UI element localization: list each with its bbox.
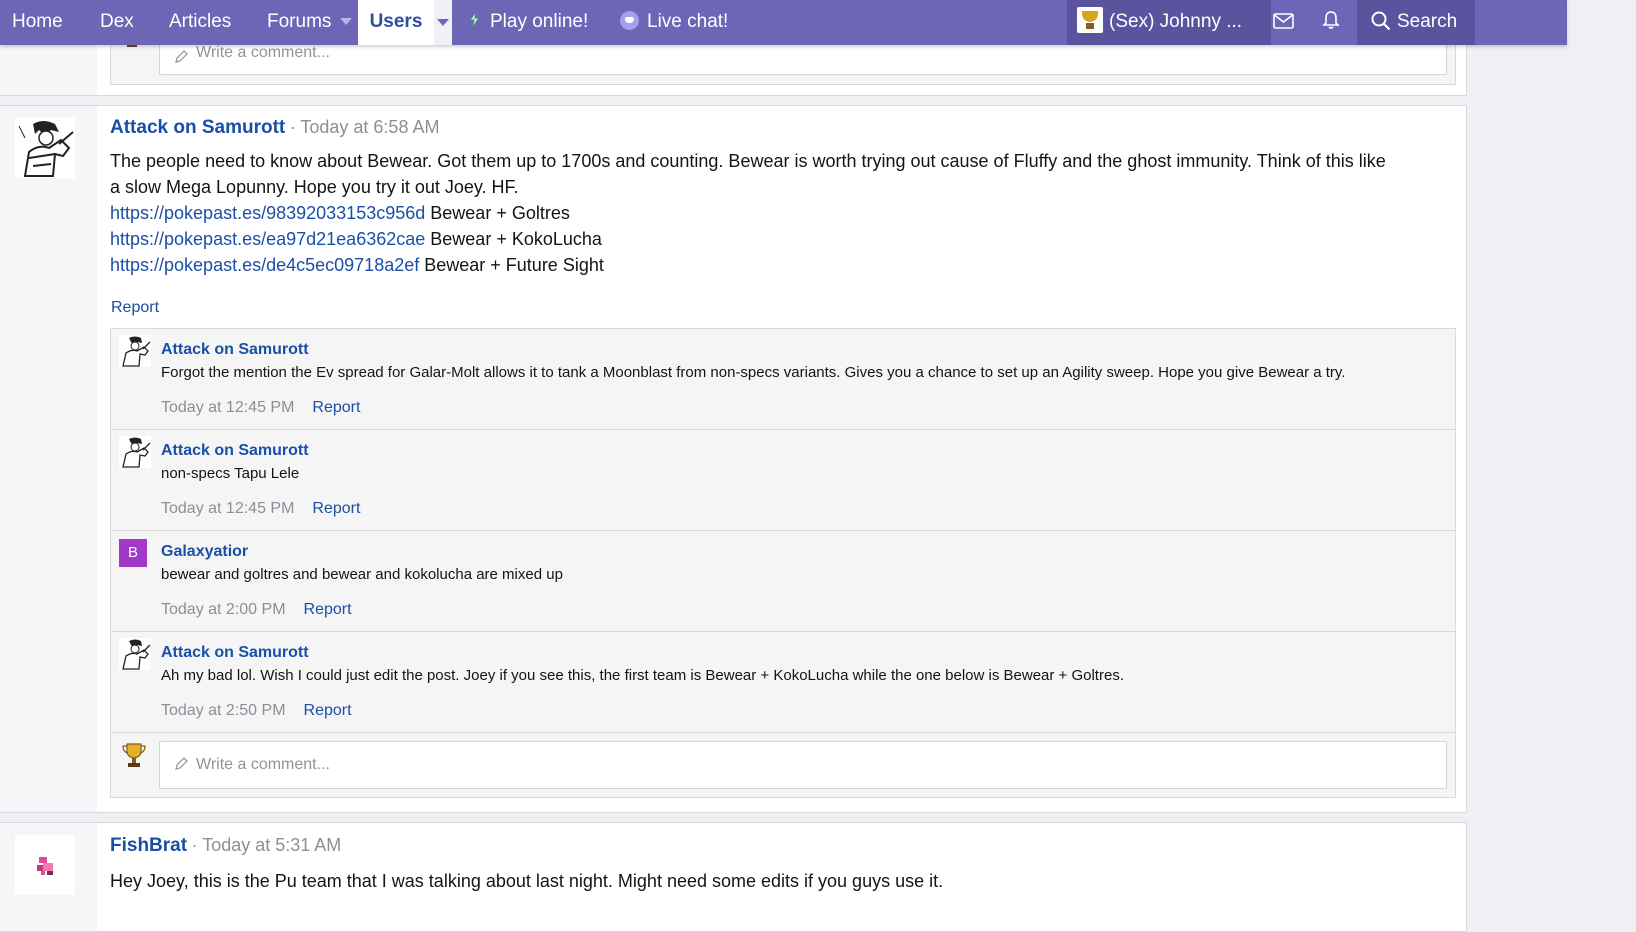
- comment-text: Ah my bad lol. Wish I could just edit th…: [161, 667, 1124, 684]
- comment-avatar[interactable]: [119, 638, 151, 670]
- link-caption: Bewear + Future Sight: [424, 255, 604, 275]
- chevron-down-icon: [437, 19, 449, 26]
- trophy-icon: [121, 741, 147, 769]
- nav-username: (Sex) Johnny ...: [1109, 11, 1243, 32]
- profile-post-card: Attack on Samurott · Today at 6:58 AM Th…: [0, 105, 1467, 813]
- write-comment-input[interactable]: Write a comment...: [159, 741, 1447, 789]
- report-link[interactable]: Report: [111, 299, 159, 317]
- post-body: Hey Joey, this is the Pu team that I was…: [110, 871, 944, 891]
- nav-home[interactable]: Home: [12, 0, 63, 45]
- nav-users[interactable]: Users: [358, 0, 435, 45]
- envelope-icon: [1272, 13, 1294, 29]
- anime-character-avatar: [119, 638, 151, 670]
- post-separator: ·: [289, 117, 301, 137]
- post-left-gutter: [0, 106, 97, 812]
- comment-item: Attack on Samurott non-specs Tapu Lele T…: [111, 430, 1455, 531]
- users-dropdown-caret[interactable]: [434, 0, 452, 45]
- comment-text: non-specs Tapu Lele: [161, 465, 300, 482]
- user-avatar: [1077, 7, 1103, 33]
- post-author-link[interactable]: Attack on Samurott: [110, 117, 285, 138]
- post-link-line: https://pokepast.es/de4c5ec09718a2ef Bew…: [110, 252, 1455, 278]
- comment-timestamp[interactable]: Today at 12:45 PM: [161, 500, 294, 517]
- user-avatar[interactable]: [15, 118, 75, 178]
- comment-avatar[interactable]: [119, 335, 151, 367]
- pokepaste-link[interactable]: https://pokepast.es/de4c5ec09718a2ef: [110, 255, 419, 275]
- post-separator: ·: [191, 835, 203, 855]
- comment-footer: Today at 12:45 PM Report: [161, 399, 360, 417]
- nav-articles[interactable]: Articles: [169, 0, 231, 45]
- post-left-gutter: [0, 823, 97, 931]
- nav-user-menu[interactable]: (Sex) Johnny ...: [1067, 0, 1271, 45]
- post-text-line: a slow Mega Lopunny. Hope you try it out…: [110, 177, 519, 197]
- nav-forums[interactable]: Forums: [267, 0, 331, 45]
- comment-report-link[interactable]: Report: [312, 399, 360, 416]
- nav-dex[interactable]: Dex: [100, 0, 134, 45]
- comment-timestamp[interactable]: Today at 2:50 PM: [161, 702, 286, 719]
- anime-character-avatar: [119, 335, 151, 367]
- post-author-link[interactable]: FishBrat: [110, 835, 187, 856]
- link-caption: Bewear + KokoLucha: [430, 229, 602, 249]
- bell-icon: [1322, 11, 1340, 29]
- forums-dropdown-caret[interactable]: [340, 0, 352, 45]
- comment-text: bewear and goltres and bewear and kokolu…: [161, 566, 563, 583]
- post-link-line: https://pokepast.es/ea97d21ea6362cae Bew…: [110, 226, 1455, 252]
- anime-character-avatar: [15, 118, 75, 178]
- post-link-line: https://pokepast.es/98392033153c956d Bew…: [110, 200, 1455, 226]
- comment-footer: Today at 2:50 PM Report: [161, 702, 352, 720]
- pencil-icon: [175, 50, 188, 63]
- comment-text: Forgot the mention the Ev spread for Gal…: [161, 364, 1346, 381]
- comment-report-link[interactable]: Report: [304, 702, 352, 719]
- pixel-sprite-avatar: [15, 835, 75, 895]
- comment-report-link[interactable]: Report: [312, 500, 360, 517]
- showdown-icon: [467, 2, 481, 29]
- post-header: FishBrat · Today at 5:31 AM: [110, 835, 341, 857]
- nav-chat-label: Live chat!: [647, 11, 729, 32]
- top-navbar: Home Dex Articles Forums Users Play onli…: [0, 0, 1567, 45]
- comment-avatar[interactable]: [119, 436, 151, 468]
- link-caption: Bewear + Goltres: [430, 203, 570, 223]
- pokepaste-link[interactable]: https://pokepast.es/ea97d21ea6362cae: [110, 229, 425, 249]
- post-body: The people need to know about Bewear. Go…: [110, 148, 1455, 278]
- pencil-icon: [175, 757, 188, 770]
- comment-list: Attack on Samurott Forgot the mention th…: [110, 328, 1456, 798]
- comment-item: Attack on Samurott Ah my bad lol. Wish I…: [111, 632, 1455, 733]
- write-comment-placeholder: Write a comment...: [196, 756, 330, 773]
- search-icon: [1371, 11, 1391, 31]
- write-comment-placeholder: Write a comment...: [196, 44, 330, 61]
- user-avatar[interactable]: [15, 835, 75, 895]
- comment-item: B Galaxyatior bewear and goltres and bew…: [111, 531, 1455, 632]
- comment-author[interactable]: Attack on Samurott: [161, 442, 309, 460]
- comment-footer: Today at 2:00 PM Report: [161, 601, 352, 619]
- comment-author[interactable]: Attack on Samurott: [161, 341, 309, 359]
- post-timestamp[interactable]: Today at 5:31 AM: [202, 835, 341, 855]
- trophy-icon: [1082, 11, 1098, 22]
- nav-alerts[interactable]: [1307, 0, 1355, 45]
- comment-author[interactable]: Attack on Samurott: [161, 644, 309, 662]
- discord-icon: [620, 11, 639, 30]
- comment-footer: Today at 12:45 PM Report: [161, 500, 360, 518]
- post-text-line: The people need to know about Bewear. Go…: [110, 151, 1386, 171]
- anime-character-avatar: [119, 436, 151, 468]
- comment-report-link[interactable]: Report: [304, 601, 352, 618]
- nav-play-label: Play online!: [490, 11, 589, 32]
- comment-timestamp[interactable]: Today at 12:45 PM: [161, 399, 294, 416]
- chevron-down-icon: [340, 18, 352, 26]
- write-comment-row: Write a comment...: [111, 733, 1455, 797]
- comment-avatar[interactable]: B: [119, 539, 147, 567]
- post-timestamp[interactable]: Today at 6:58 AM: [300, 117, 439, 137]
- nav-live-chat[interactable]: Live chat!: [620, 0, 728, 45]
- comment-timestamp[interactable]: Today at 2:00 PM: [161, 601, 286, 618]
- comment-item: Attack on Samurott Forgot the mention th…: [111, 329, 1455, 430]
- nav-inbox[interactable]: [1259, 0, 1307, 45]
- post-header: Attack on Samurott · Today at 6:58 AM: [110, 117, 439, 139]
- nav-search[interactable]: Search: [1357, 0, 1476, 45]
- nav-play-online[interactable]: Play online!: [467, 0, 588, 45]
- profile-post-card: FishBrat · Today at 5:31 AM Hey Joey, th…: [0, 822, 1467, 932]
- nav-search-label: Search: [1397, 11, 1458, 32]
- comment-author[interactable]: Galaxyatior: [161, 543, 248, 561]
- pokepaste-link[interactable]: https://pokepast.es/98392033153c956d: [110, 203, 425, 223]
